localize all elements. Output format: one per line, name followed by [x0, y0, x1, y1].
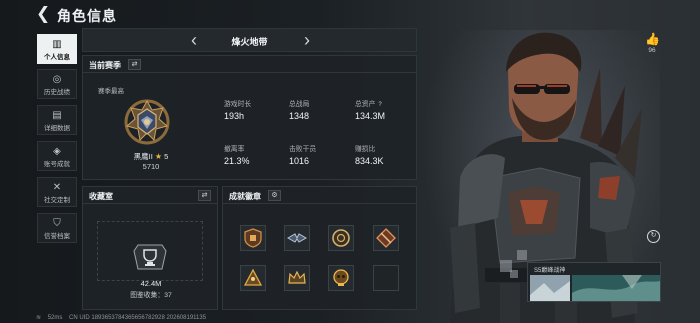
nav-item-achievements[interactable]: ◈ 账号成就: [37, 141, 77, 171]
nav-item-social-custom[interactable]: ✕ 社交定制: [37, 177, 77, 207]
pixelated-block: [510, 270, 518, 278]
wifi-icon: ≋: [36, 315, 42, 321]
collection-trophy-icon: [133, 244, 167, 270]
badge-pyramid-icon: [243, 268, 263, 286]
nav-item-credit-file[interactable]: ⛉ 信誉档案: [37, 213, 77, 243]
header: ❮ 角色信息: [0, 0, 420, 30]
badge-item[interactable]: [328, 265, 354, 291]
tools-icon: ✕: [52, 182, 62, 193]
rank-score: 5710: [142, 162, 160, 171]
rank-name: 黑鹰II ★ 5: [133, 152, 169, 161]
bar-chart-icon: ▥: [52, 39, 62, 50]
footer-status: ≋ 52ms CN UID 1893653784365656782928 202…: [36, 314, 211, 321]
stat-profit-loss-ratio: 赚损比 834.3K: [355, 146, 384, 166]
rotate-icon[interactable]: ↻: [647, 230, 660, 243]
badge-item[interactable]: [240, 265, 266, 291]
swap-season-icon[interactable]: ⇄: [128, 59, 141, 70]
like-count: 96: [648, 47, 656, 54]
collection-panel[interactable]: 收藏室 ⇄ 42.4M 图鉴收集：37: [82, 186, 218, 310]
map-selector: ‹ 烽火地带 ›: [82, 28, 417, 52]
latency: 52ms: [47, 315, 63, 321]
next-map-arrow-icon[interactable]: ›: [298, 30, 316, 50]
help-icon[interactable]: ?: [378, 102, 381, 108]
stat-total-matches: 总战局 1348: [289, 101, 310, 121]
stat-total-assets: 总资产? 134.3M: [355, 101, 386, 121]
badge-slot-empty[interactable]: [373, 265, 399, 291]
divider: [83, 72, 416, 73]
thumbs-up-icon[interactable]: 👍: [645, 32, 660, 46]
badge-item[interactable]: [284, 265, 310, 291]
badge-item[interactable]: [284, 225, 310, 251]
nav-item-match-history[interactable]: ◎ 历史战绩: [37, 69, 77, 99]
badge-item[interactable]: [373, 225, 399, 251]
star-icon: ★: [154, 152, 163, 161]
badge-item[interactable]: [240, 225, 266, 251]
badge-crown-icon: [288, 270, 306, 284]
collection-title: 收藏室: [89, 192, 113, 201]
back-arrow-icon[interactable]: ❮: [36, 5, 52, 23]
nav-item-detailed-data[interactable]: ▤ 详细数据: [37, 105, 77, 135]
skin-preview-image: [530, 275, 570, 301]
player-uid: CN UID 1893653784365656782928 2026081911…: [69, 315, 207, 321]
swap-collection-icon[interactable]: ⇄: [198, 190, 211, 201]
badge-wings-icon: [286, 233, 308, 243]
badge-item[interactable]: [328, 225, 354, 251]
season-best-label: 赛季最高: [98, 88, 124, 95]
collection-count: 图鉴收集：37: [130, 292, 172, 299]
stat-play-time: 游戏时长 193h: [224, 101, 252, 121]
gear-icon[interactable]: ⚙: [268, 190, 281, 201]
nav-item-personal-info[interactable]: ▥ 个人信息: [37, 34, 77, 64]
skin-label: S5巅峰战神: [534, 268, 566, 274]
skin-preview-image: [572, 275, 660, 301]
shield-icon: ⛉: [53, 218, 61, 229]
badge-skull-icon: [333, 269, 349, 286]
stat-extraction-rate: 撤离率 21.3%: [224, 146, 250, 166]
achievement-icon: ◈: [53, 146, 61, 157]
divider: [83, 203, 217, 204]
rank-emblem-icon: [124, 99, 170, 145]
season-title: 当前赛季: [89, 61, 121, 70]
collection-value: 42.4M: [140, 279, 162, 288]
history-icon: ◎: [52, 74, 62, 85]
divider: [223, 203, 416, 204]
badges-panel: 成就徽章 ⚙: [222, 186, 417, 310]
page-title: 角色信息: [57, 8, 117, 24]
pixelated-block: [517, 250, 527, 260]
season-panel: 当前赛季 ⇄ 赛季最高 黑鹰II ★ 5 5710 游戏时长 193h 总战局 …: [82, 55, 417, 180]
skin-card[interactable]: S5巅峰战神: [527, 262, 661, 302]
stat-operators-defeated: 击败干员 1016: [289, 146, 317, 166]
badges-title: 成就徽章: [229, 192, 261, 201]
badge-diamond-icon: [376, 228, 396, 248]
document-icon: ▤: [52, 110, 62, 121]
badge-shield-icon: [244, 228, 262, 248]
map-name: 烽火地带: [231, 37, 268, 47]
app-window: ❮ 角色信息 ▥ 个人信息 ◎ 历史战绩 ▤ 详细数据 ◈ 账号成就 ✕ 社交定…: [0, 0, 700, 323]
badge-ring-icon: [332, 229, 350, 247]
